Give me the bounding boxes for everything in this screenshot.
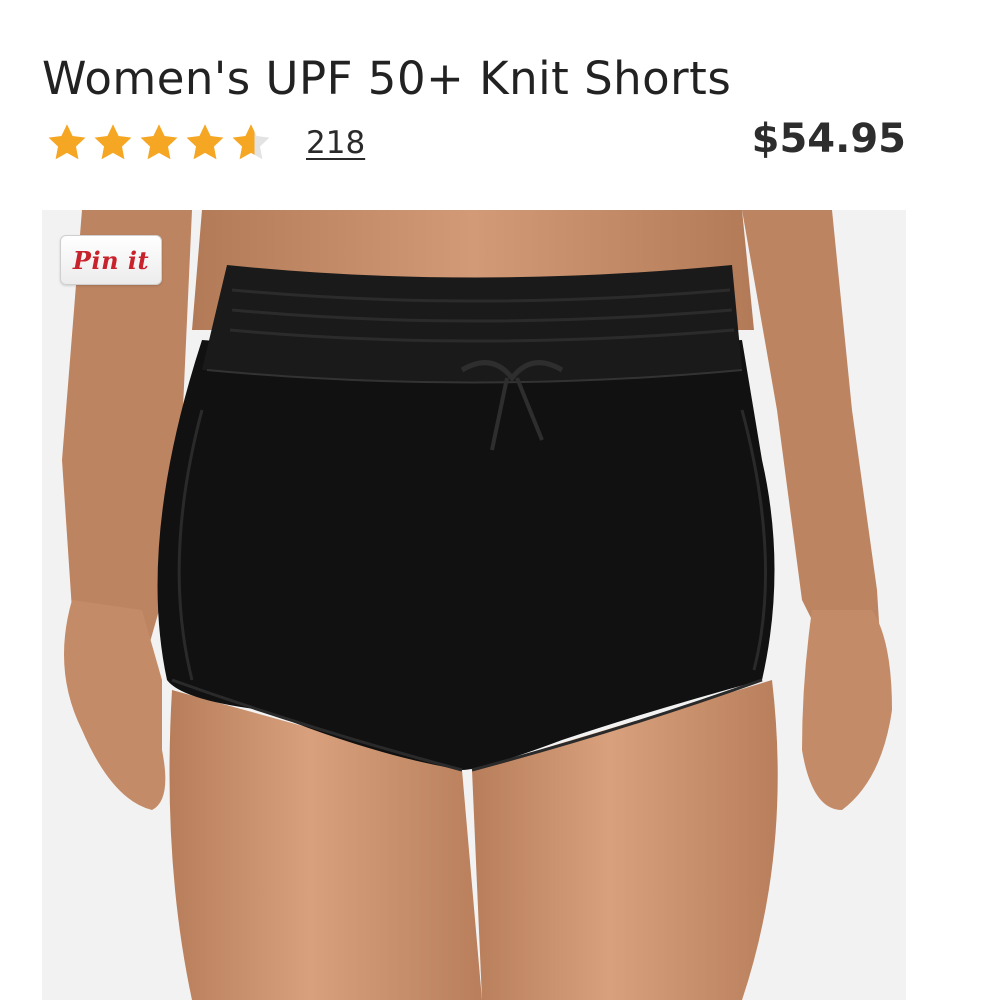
- rating-row: 218: [44, 118, 365, 168]
- star-icon: [140, 124, 178, 160]
- star-icon: [48, 124, 86, 160]
- product-image[interactable]: [42, 210, 906, 1000]
- product-title: Women's UPF 50+ Knit Shorts: [42, 52, 732, 106]
- pin-it-label: Pin it: [72, 245, 150, 275]
- product-page: Women's UPF 50+ Knit Shorts 218 $54.95 P…: [0, 0, 1000, 1000]
- partial-star-icon: [232, 124, 270, 160]
- star-icon: [186, 124, 224, 160]
- product-photo: [42, 210, 906, 1000]
- pin-it-button[interactable]: Pin it: [60, 235, 162, 285]
- star-rating[interactable]: [44, 121, 274, 165]
- review-count-link[interactable]: 218: [306, 125, 365, 161]
- star-icon: [94, 124, 132, 160]
- product-price: $54.95: [751, 116, 906, 162]
